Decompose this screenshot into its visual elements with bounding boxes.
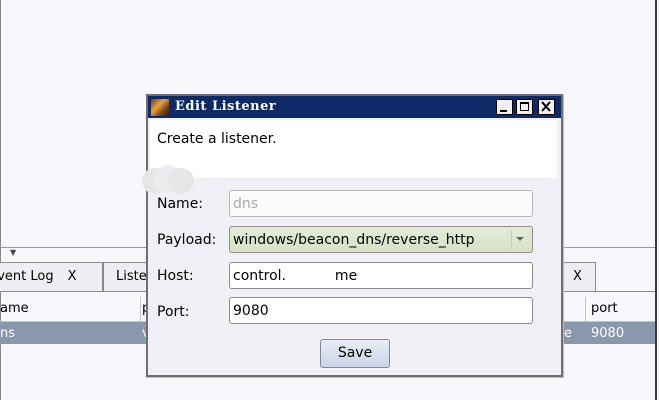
cell-port: 9080 <box>591 326 625 341</box>
window-frame-right <box>655 0 657 400</box>
dialog-titlebar[interactable]: Edit Listener <box>148 96 561 118</box>
cell-host: e <box>564 326 572 341</box>
edit-listener-dialog: Edit Listener Create a listener. Name: P… <box>146 94 563 377</box>
port-label: Port: <box>157 304 190 320</box>
dialog-description: Create a listener. <box>157 131 277 147</box>
host-field[interactable] <box>229 262 533 289</box>
tab-close-icon[interactable]: X <box>573 269 582 284</box>
host-label: Host: <box>157 268 194 284</box>
collapse-arrow-icon[interactable]: ▼ <box>10 249 16 257</box>
column-header-port[interactable]: port <box>591 301 618 316</box>
name-field <box>229 190 533 217</box>
save-button[interactable]: Save <box>320 339 390 368</box>
tab-event-log[interactable]: Event Log X <box>0 262 103 291</box>
payload-select[interactable]: windows/beacon_dns/reverse_http <box>229 226 533 253</box>
description-panel: Create a listener. <box>150 120 557 178</box>
column-header-name[interactable]: ame <box>0 301 29 316</box>
minimize-icon[interactable] <box>496 99 513 115</box>
payload-value: windows/beacon_dns/reverse_http <box>233 232 475 248</box>
app-logo-icon <box>151 99 169 116</box>
port-field[interactable] <box>229 297 533 324</box>
name-label: Name: <box>157 196 204 212</box>
payload-label: Payload: <box>157 232 217 248</box>
chevron-down-icon[interactable] <box>511 230 530 249</box>
maximize-icon[interactable] <box>516 99 533 115</box>
column-separator[interactable] <box>140 297 141 321</box>
column-separator[interactable] <box>585 297 586 321</box>
tab-close-icon[interactable]: X <box>68 269 77 284</box>
cell-name: ns <box>0 326 16 341</box>
tab-label: Event Log <box>0 269 54 284</box>
tab-listeners[interactable]: Liste <box>103 262 151 291</box>
close-icon[interactable] <box>538 99 555 115</box>
tab-active[interactable]: X <box>562 262 596 291</box>
tab-label: Liste <box>116 269 147 284</box>
dialog-title: Edit Listener <box>175 99 277 114</box>
